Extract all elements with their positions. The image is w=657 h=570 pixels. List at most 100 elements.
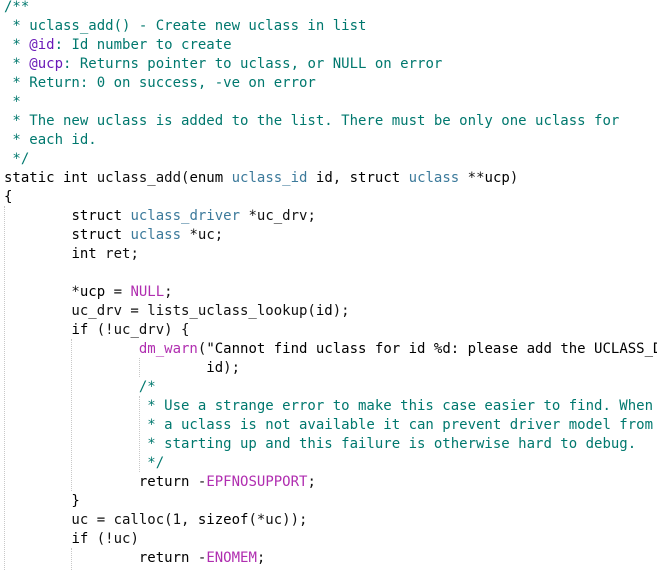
code-token: *: [4, 94, 21, 110]
code-token: *uc;: [189, 227, 224, 243]
code-token: EPFNOSUPPORT: [206, 474, 308, 490]
code-line[interactable]: uc_drv = lists_uclass_lookup(id);: [4, 302, 350, 321]
code-line[interactable]: struct uclass *uc;: [4, 226, 223, 245]
code-line[interactable]: /**: [4, 0, 29, 17]
code-token: return: [138, 474, 198, 490]
code-token: /*: [138, 379, 156, 395]
code-line[interactable]: int ret;: [4, 245, 139, 264]
code-line[interactable]: * The new uclass is added to the list. T…: [4, 112, 619, 131]
code-token: return: [138, 550, 198, 566]
code-editor[interactable]: /** * uclass_add() - Create new uclass i…: [0, 0, 657, 570]
code-line[interactable]: */: [4, 454, 164, 473]
code-token: */: [138, 455, 165, 471]
code-token: */: [4, 151, 30, 167]
code-token: uclass_id: [231, 170, 316, 186]
code-token: int: [71, 246, 106, 262]
code-token: : Id number to create: [54, 37, 232, 53]
code-token: ;: [307, 474, 316, 490]
code-line[interactable]: {: [4, 188, 12, 207]
code-line[interactable]: /*: [4, 378, 156, 397]
code-token: sizeof: [197, 512, 249, 528]
code-token: /**: [4, 0, 30, 15]
code-line[interactable]: id);: [4, 359, 240, 378]
code-token: );: [332, 303, 350, 319]
code-token: * The new uclass is added to the list. T…: [4, 113, 620, 129]
code-token: * Use a strange error to make this case …: [138, 398, 654, 414]
code-token: * starting up and this failure is otherw…: [138, 436, 637, 452]
code-token: dm_warn: [138, 341, 198, 357]
code-token: id: [315, 170, 333, 186]
code-token: @id: [29, 37, 55, 53]
code-line[interactable]: static int uclass_add(enum uclass_id id,…: [4, 169, 518, 188]
code-token: *uc_drv;: [248, 208, 316, 224]
code-token: enum: [189, 170, 232, 186]
code-token: uclass: [408, 170, 468, 186]
code-token: ;: [164, 284, 173, 300]
code-token: uclass_driver: [130, 208, 249, 224]
code-token: }: [4, 493, 80, 509]
code-token: id: [206, 360, 224, 376]
code-token: struct: [349, 170, 409, 186]
code-line[interactable]: * @id: Id number to create: [4, 36, 232, 55]
code-line[interactable]: * a uclass is not available it can preve…: [4, 416, 653, 435]
code-token: uclass_add: [96, 170, 182, 186]
code-line[interactable]: }: [4, 492, 80, 511]
code-token: uc = calloc(1,: [4, 512, 198, 528]
code-token: if: [71, 322, 97, 338]
code-line[interactable]: * each id.: [4, 131, 96, 150]
code-token: ucp: [484, 170, 510, 186]
code-line[interactable]: * starting up and this failure is otherw…: [4, 435, 636, 454]
code-token: : Returns pointer to uclass, or NULL on …: [63, 56, 443, 72]
code-token: );: [223, 360, 241, 376]
code-line[interactable]: dm_warn("Cannot find uclass for id %d: p…: [4, 340, 657, 359]
code-token: *: [4, 284, 80, 300]
code-line[interactable]: struct uclass_driver *uc_drv;: [4, 207, 316, 226]
code-line[interactable]: uc = calloc(1, sizeof(*uc));: [4, 511, 307, 530]
code-token: id: [315, 303, 333, 319]
code-token: ENOMEM: [206, 550, 257, 566]
code-token: ucp: [79, 284, 106, 300]
code-line[interactable]: * Return: 0 on success, -ve on error: [4, 74, 316, 93]
code-token: uc_drv = lists_uclass_lookup(: [4, 303, 316, 319]
code-token: ret;: [105, 246, 139, 262]
code-line[interactable]: *ucp = NULL;: [4, 283, 173, 302]
code-line[interactable]: */: [4, 150, 29, 169]
code-token: =: [105, 284, 131, 300]
code-line[interactable]: if (!uc_drv) {: [4, 321, 189, 340]
code-token: NULL: [130, 284, 165, 300]
code-line[interactable]: * uclass_add() - Create new uclass in li…: [4, 17, 366, 36]
code-line[interactable]: * @ucp: Returns pointer to uclass, or NU…: [4, 55, 442, 74]
code-token: ;: [256, 550, 266, 566]
code-line[interactable]: * Use a strange error to make this case …: [4, 397, 653, 416]
code-token: *: [4, 56, 30, 72]
code-token: ,: [332, 170, 350, 186]
code-token: **: [467, 170, 485, 186]
code-token: * uclass_add() - Create new uclass in li…: [4, 18, 367, 34]
code-line[interactable]: *: [4, 93, 21, 112]
code-line[interactable]: return -EPFNOSUPPORT;: [4, 473, 316, 492]
code-token: * Return: 0 on success, -ve on error: [4, 75, 316, 91]
code-line[interactable]: if (!uc): [4, 530, 138, 549]
code-token: *: [4, 37, 30, 53]
code-line[interactable]: return -ENOMEM;: [4, 549, 265, 568]
code-token: * a uclass is not available it can preve…: [138, 417, 654, 433]
code-token: if: [71, 531, 97, 547]
code-token: ): [509, 170, 519, 186]
code-token: (*uc));: [248, 512, 308, 528]
code-token: (!uc_drv) {: [96, 322, 190, 338]
code-token: static int: [4, 170, 97, 186]
